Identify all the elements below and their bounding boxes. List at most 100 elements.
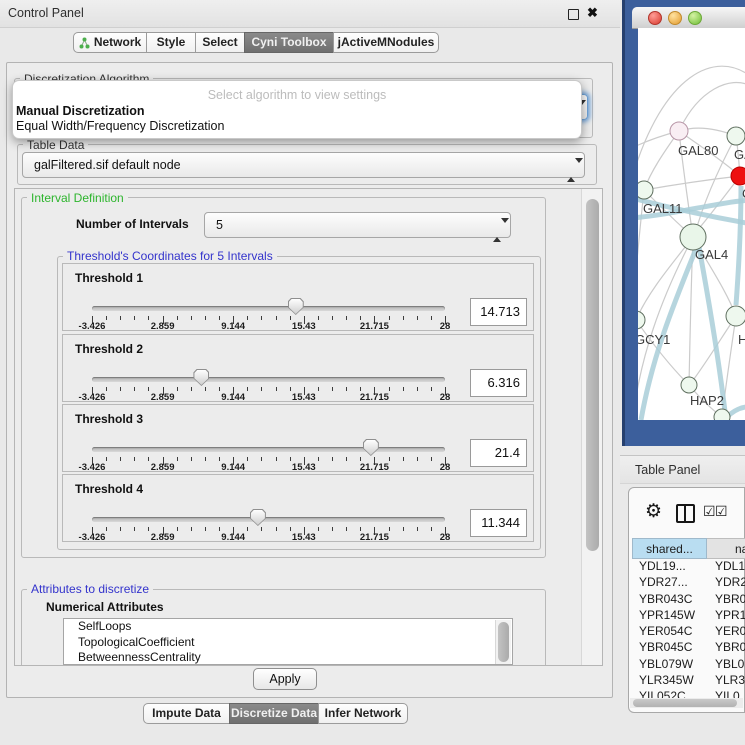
checkbox-icon[interactable]: ☑: [715, 505, 728, 517]
threshold-value-field[interactable]: 21.4: [470, 439, 527, 467]
slider-track[interactable]: [92, 377, 445, 382]
network-node-c[interactable]: [731, 167, 745, 185]
slider-thumb[interactable]: [363, 439, 379, 456]
column-header-name[interactable]: na: [707, 538, 745, 559]
slider-tick: [318, 387, 319, 391]
slider-tick: [346, 316, 347, 320]
apply-button[interactable]: Apply: [253, 668, 317, 690]
tab-network[interactable]: Network: [73, 32, 147, 53]
slider-tick-label: -3.426: [79, 532, 106, 543]
table-data-combobox[interactable]: galFiltered.sif default node: [22, 152, 585, 178]
slider-tick-label: 21.715: [360, 321, 389, 332]
gear-icon[interactable]: ⚙: [645, 500, 662, 523]
slider-tick: [431, 527, 432, 531]
network-node-gcy1[interactable]: [638, 311, 645, 329]
settings-scroll-pane: Interval Definition Number of Intervals …: [14, 188, 603, 666]
slider-thumb[interactable]: [193, 369, 209, 386]
window-minimize-traffic-light-icon[interactable]: [668, 11, 682, 25]
table-row[interactable]: YIL052CYIL0: [632, 689, 745, 698]
network-node-h[interactable]: [726, 306, 745, 326]
network-node-hap2[interactable]: [681, 377, 697, 393]
threshold-panel-2: Threshold 2-3.4262.8599.14415.4321.71528…: [62, 334, 534, 402]
tab-cyni-toolbox[interactable]: Cyni Toolbox: [244, 32, 334, 53]
slider-tick: [332, 387, 333, 391]
column-header-shared-name[interactable]: shared...: [632, 538, 707, 559]
table-row[interactable]: YER054CYER0: [632, 624, 745, 640]
slider-thumb[interactable]: [250, 509, 266, 526]
network-node-label: GAL11: [643, 201, 683, 216]
tab-label: Style: [157, 33, 186, 52]
table-row[interactable]: YDR27...YDR2: [632, 575, 745, 591]
numerical-attributes-list[interactable]: SelfLoopsTopologicalCoefficientBetweenne…: [63, 618, 513, 665]
algorithm-option-manual[interactable]: Manual Discretization: [16, 104, 145, 118]
table-row[interactable]: YBR045CYBR0: [632, 640, 745, 656]
close-icon[interactable]: ✖: [587, 5, 598, 21]
slider-tick: [106, 527, 107, 531]
slider-tick: [177, 527, 178, 531]
slider-tick-label: 28: [440, 532, 451, 543]
slider-tick: [177, 316, 178, 320]
slider-tick: [431, 316, 432, 320]
slider-track[interactable]: [92, 517, 445, 522]
network-node-gal11[interactable]: [638, 181, 653, 199]
float-window-icon[interactable]: [568, 9, 579, 20]
network-view-window: GAL80GACGAL11GAL4GCY1HHAP2: [622, 0, 745, 446]
network-node[interactable]: [714, 409, 730, 420]
slider-tick: [318, 316, 319, 320]
window-close-traffic-light-icon[interactable]: [648, 11, 662, 25]
slider-tick: [417, 457, 418, 461]
slider-tick: [403, 527, 404, 531]
network-node-label: GAL80: [678, 143, 718, 158]
tab-impute-data[interactable]: Impute Data: [143, 703, 230, 724]
table-horizontal-scrollbar-thumb[interactable]: [633, 699, 737, 707]
threshold-value-field[interactable]: 11.344: [470, 509, 527, 537]
slider-tick: [417, 527, 418, 531]
settings-vertical-scrollbar-thumb[interactable]: [586, 199, 599, 551]
slider-tick: [261, 527, 262, 531]
slider-tick: [290, 457, 291, 461]
algorithm-option-equal-width[interactable]: Equal Width/Frequency Discretization: [16, 119, 224, 133]
slider-track[interactable]: [92, 306, 445, 311]
shared-name-cell: YPR145W: [632, 608, 711, 622]
attributes-list-scrollbar-thumb[interactable]: [498, 622, 509, 662]
table-row[interactable]: YDL19...YDL1: [632, 559, 745, 575]
slider-tick: [134, 527, 135, 531]
table-data-combobox-value: galFiltered.sif default node: [34, 158, 181, 172]
number-of-intervals-combobox[interactable]: 5: [204, 212, 511, 238]
split-columns-icon[interactable]: [676, 504, 695, 523]
screenshot-root: Control Panel ✖ NetworkStyleSelectCyni T…: [0, 0, 745, 745]
name-cell: YBL0: [711, 657, 744, 671]
threshold-value-field[interactable]: 14.713: [470, 298, 527, 326]
slider-tick: [191, 387, 192, 391]
slider-tick: [120, 387, 121, 391]
network-node-gal80[interactable]: [670, 122, 688, 140]
slider-tick: [276, 387, 277, 391]
tab-style[interactable]: Style: [146, 32, 196, 53]
network-canvas[interactable]: GAL80GACGAL11GAL4GCY1HHAP2: [638, 28, 745, 420]
slider-tick: [346, 387, 347, 391]
slider-tick-label: 9.144: [221, 321, 245, 332]
window-zoom-traffic-light-icon[interactable]: [688, 11, 702, 25]
network-window-titlebar[interactable]: [632, 7, 745, 29]
table-row[interactable]: YPR145WYPR1: [632, 608, 745, 624]
slider-track[interactable]: [92, 447, 445, 452]
table-row[interactable]: YBR043CYBR0: [632, 592, 745, 608]
threshold-value-field[interactable]: 6.316: [470, 369, 527, 397]
attributes-list-scrollbar[interactable]: [495, 620, 511, 665]
attribute-list-item[interactable]: SelfLoops: [64, 619, 512, 635]
tab-discretize-data[interactable]: Discretize Data: [229, 703, 319, 724]
attribute-list-item[interactable]: TopologicalCoefficient: [64, 635, 512, 651]
checkbox-icon[interactable]: ☑: [703, 505, 716, 517]
tab-infer-network[interactable]: Infer Network: [318, 703, 408, 724]
settings-vertical-scrollbar[interactable]: [581, 189, 603, 665]
table-row[interactable]: YLR345WYLR3: [632, 673, 745, 689]
network-node-ga[interactable]: [727, 127, 745, 145]
table-row[interactable]: YBL079WYBL0: [632, 657, 745, 673]
tab-jactivemnodules[interactable]: jActiveMNodules: [333, 32, 439, 53]
slider-thumb[interactable]: [288, 298, 304, 315]
algorithm-placeholder-option[interactable]: Select algorithm to view settings: [13, 88, 581, 102]
slider-tick-label: 2.859: [151, 532, 175, 543]
slider-tick: [389, 387, 390, 391]
attribute-list-item[interactable]: BetweennessCentrality: [64, 650, 512, 665]
tab-select[interactable]: Select: [195, 32, 245, 53]
